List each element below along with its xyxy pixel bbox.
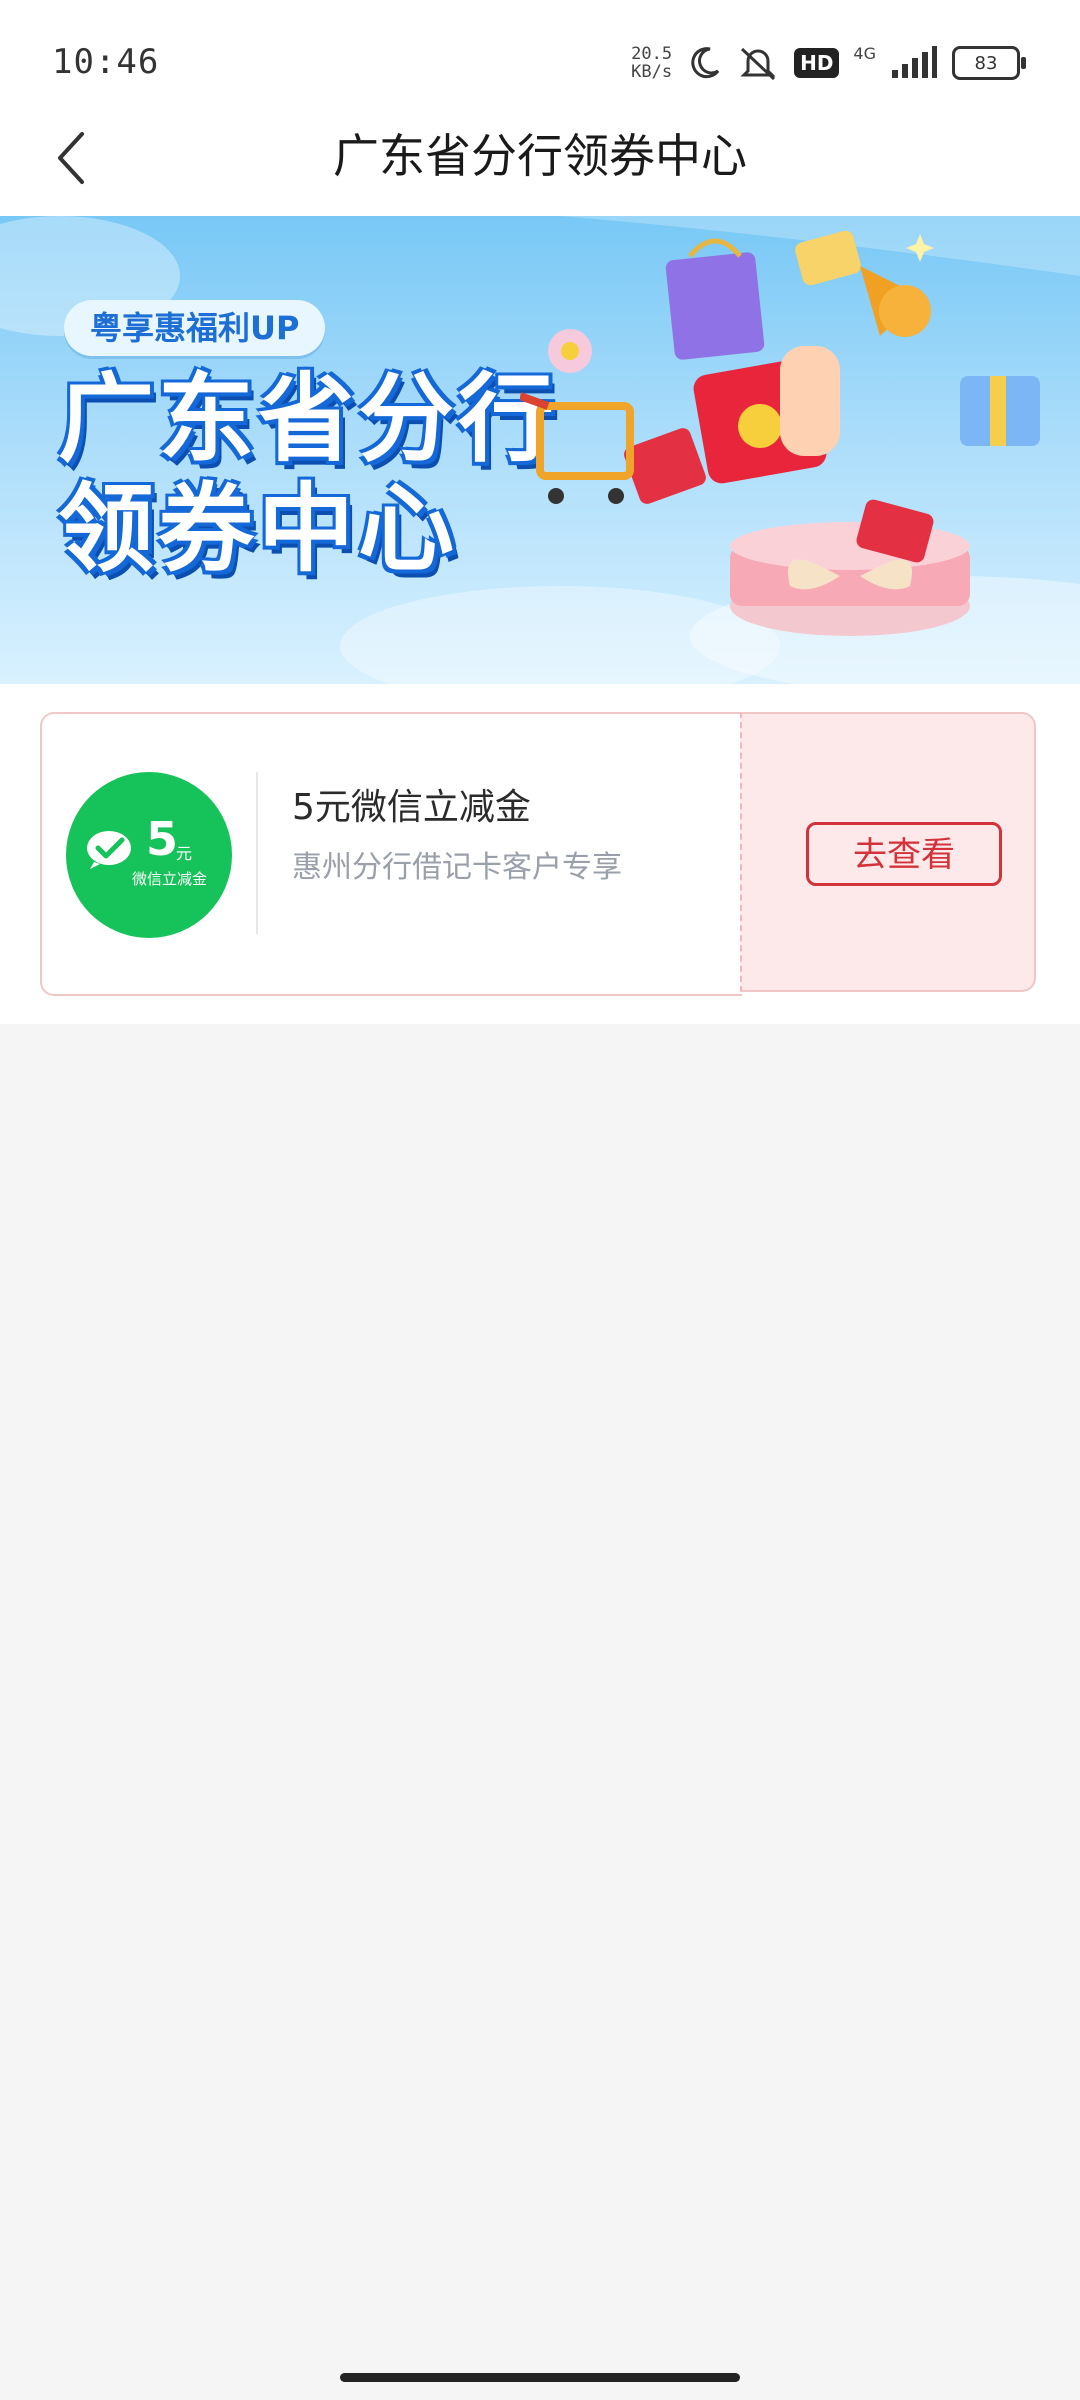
hd-badge: HD (794, 48, 840, 78)
promo-banner: 粤享惠福利UP 广东省分行 领券中心 (0, 216, 1080, 684)
badge-text: 微信立减金 (132, 870, 208, 888)
home-indicator[interactable] (340, 2373, 740, 2382)
coupon-card[interactable]: 5 元 微信立减金 5元微信立减金 惠州分行借记卡客户专享 去查看 (40, 712, 1038, 996)
network-speed: 20.5 KB/s (631, 45, 672, 81)
coupon-action-area: 去查看 (740, 712, 1036, 992)
signal-icon (892, 46, 937, 78)
coupon-description: 惠州分行借记卡客户专享 (292, 850, 622, 885)
divider (256, 772, 258, 934)
status-bar: 10:46 20.5 KB/s HD 4G 83 (0, 0, 1080, 120)
wechat-pay-icon (87, 831, 131, 869)
badge-amount: 5 (146, 812, 179, 866)
coupon-info: 5 元 微信立减金 5元微信立减金 惠州分行借记卡客户专享 (40, 712, 742, 996)
network-speed-unit: KB/s (631, 62, 673, 82)
page-title: 广东省分行领券中心 (333, 129, 747, 183)
banner-title: 广东省分行 领券中心 (58, 364, 558, 584)
network-type: 4G (853, 43, 876, 63)
mute-icon (740, 47, 776, 81)
banner-title-line1: 广东省分行 (58, 363, 558, 475)
network-speed-value: 20.5 (631, 44, 673, 64)
battery-indicator: 83 (952, 46, 1026, 80)
view-button[interactable]: 去查看 (806, 822, 1002, 886)
banner-title-line2: 领券中心 (58, 473, 458, 585)
badge-unit: 元 (176, 844, 193, 863)
banner-pill: 粤享惠福利UP (64, 300, 326, 356)
coupon-title: 5元微信立减金 (292, 787, 531, 828)
nav-header: 广东省分行领券中心 (0, 120, 1080, 216)
status-time: 10:46 (52, 42, 160, 82)
status-icons: 20.5 KB/s HD 4G 83 (631, 38, 1026, 88)
moon-icon (691, 47, 720, 79)
coupon-badge: 5 元 微信立减金 (66, 772, 232, 938)
banner-illustration (520, 230, 1040, 636)
